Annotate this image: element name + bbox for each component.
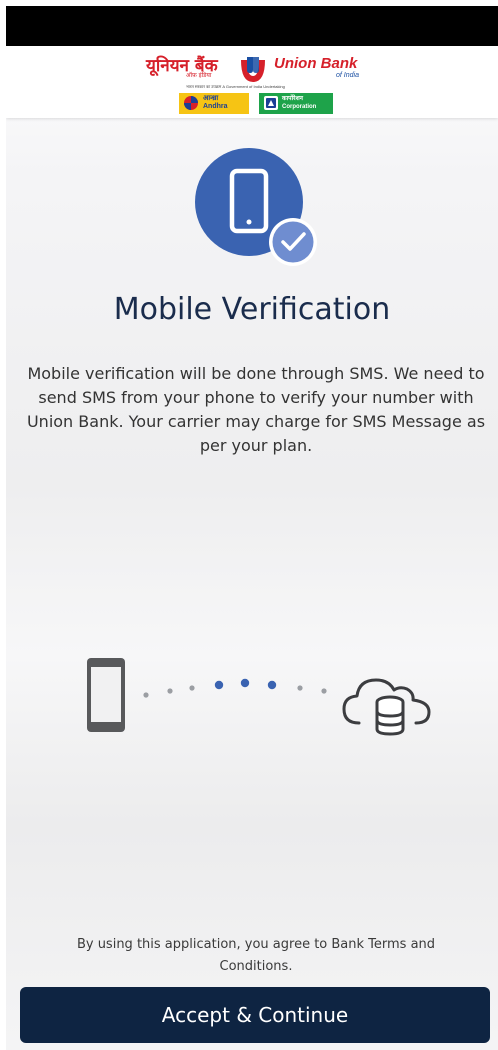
smartphone-icon bbox=[87, 658, 125, 732]
app-screen: यूनियन बैंक ऑफ़ इंडिया Union Bank of Ind… bbox=[6, 6, 498, 1050]
union-bank-logo-icon bbox=[241, 57, 265, 82]
brand-name-hindi-sub: ऑफ़ इंडिया bbox=[186, 72, 212, 79]
accept-continue-button[interactable]: Accept & Continue bbox=[20, 987, 490, 1043]
bank-brand: यूनियन बैंक ऑफ़ इंडिया Union Bank of Ind… bbox=[146, 52, 376, 86]
sms-verification-illustration bbox=[87, 658, 431, 736]
connection-dots bbox=[143, 678, 327, 698]
andhra-bank-badge: आन्ध्रा Andhra bbox=[179, 93, 249, 114]
mobile-verified-icon bbox=[195, 148, 317, 266]
corporation-logo-icon bbox=[264, 96, 278, 110]
corporation-bank-badge: कार्पोरेशन Corporation bbox=[259, 93, 333, 114]
andhra-logo-icon bbox=[184, 96, 198, 110]
brand-tagline: भारत सरकार का उपक्रम A Government of Ind… bbox=[186, 84, 285, 89]
brand-name-english-sub: of India bbox=[336, 72, 359, 79]
brand-name-english: Union Bank bbox=[274, 55, 358, 72]
page-title: Mobile Verification bbox=[113, 292, 391, 327]
status-bar bbox=[6, 6, 498, 46]
verification-description: Mobile verification will be done through… bbox=[26, 364, 486, 455]
andhra-english-label: Andhra bbox=[203, 103, 228, 110]
corporation-hindi-label: कार्पोरेशन bbox=[282, 96, 303, 102]
cloud-database-icon bbox=[342, 678, 431, 736]
corporation-bank-label: कार्पोरेशन Corporation bbox=[282, 95, 316, 111]
andhra-bank-label: आन्ध्रा Andhra bbox=[203, 95, 228, 111]
andhra-hindi-label: आन्ध्रा bbox=[203, 95, 219, 102]
terms-notice: By using this application, you agree to … bbox=[76, 937, 436, 974]
app-header: यूनियन बैंक ऑफ़ इंडिया Union Bank of Ind… bbox=[6, 46, 498, 118]
corporation-english-label: Corporation bbox=[282, 104, 317, 110]
